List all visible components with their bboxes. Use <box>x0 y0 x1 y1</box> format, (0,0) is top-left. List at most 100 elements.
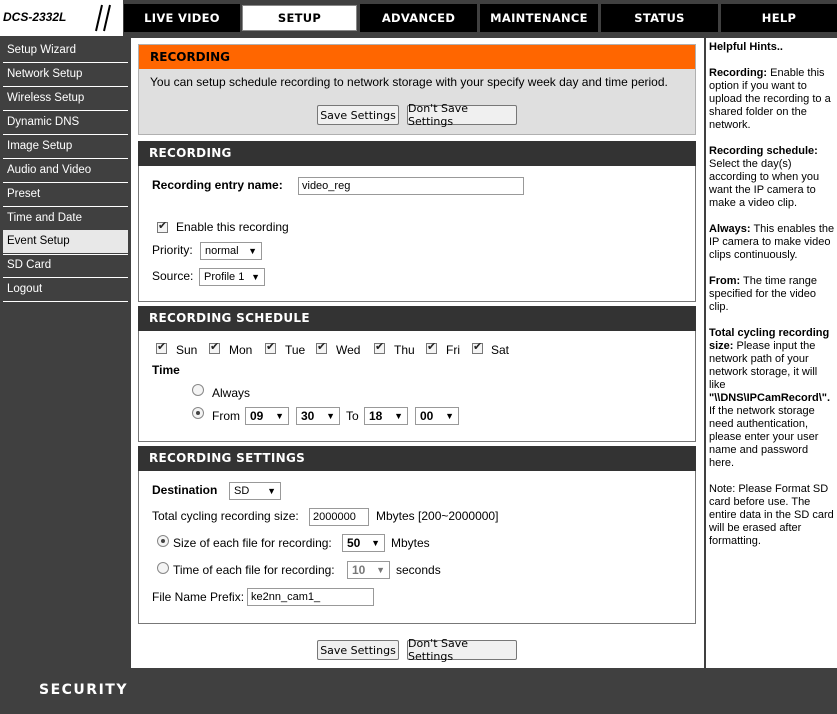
entry-name-input[interactable]: video_reg <box>298 177 524 195</box>
from-radio[interactable] <box>192 407 204 419</box>
from-label: From <box>212 409 240 423</box>
dont-save-settings-button[interactable]: Don't Save Settings <box>407 102 517 128</box>
priority-select[interactable]: normal ▼ <box>200 242 262 260</box>
schedule-panel: RECORDING SCHEDULE Sun Mon Tue Wed Thu F… <box>138 306 696 442</box>
destination-select[interactable]: SD ▼ <box>229 482 281 500</box>
file-size-label: Size of each file for recording: <box>173 536 332 550</box>
hint-always: Always: This enables the IP camera to ma… <box>709 223 835 262</box>
day-fri-checkbox[interactable] <box>426 340 437 354</box>
from-hour-value: 09 <box>250 409 264 423</box>
chevron-down-icon: ▼ <box>251 272 260 282</box>
sidebar-item-time-date[interactable]: Time and Date <box>3 207 128 229</box>
model-name: DCS-2332L <box>3 10 67 24</box>
day-tue-checkbox[interactable] <box>265 340 276 354</box>
file-time-select[interactable]: 10 ▼ <box>347 561 390 579</box>
sidebar-item-image-setup[interactable]: Image Setup <box>3 135 128 157</box>
day-mon-label: Mon <box>229 343 253 357</box>
sidebar-item-preset[interactable]: Preset <box>3 183 128 205</box>
source-select[interactable]: Profile 1 ▼ <box>199 268 265 286</box>
source-value: Profile 1 <box>204 271 245 283</box>
file-time-radio[interactable] <box>157 562 169 574</box>
priority-value: normal <box>205 245 239 257</box>
prefix-label: File Name Prefix: <box>152 590 245 604</box>
footer-security-label: SECURITY <box>39 682 128 698</box>
from-minute-select[interactable]: 30 ▼ <box>296 407 340 425</box>
day-wed-checkbox[interactable] <box>316 340 327 354</box>
chevron-down-icon: ▼ <box>267 486 276 496</box>
bottom-dont-save-settings-button[interactable]: Don't Save Settings <box>407 637 517 663</box>
day-sat-checkbox[interactable] <box>472 340 483 354</box>
enable-recording-checkbox[interactable] <box>157 219 168 233</box>
chevron-down-icon: ▼ <box>275 411 284 421</box>
tab-maintenance[interactable]: MAINTENANCE <box>480 4 598 32</box>
intro-description: You can setup schedule recording to netw… <box>150 75 668 89</box>
save-settings-button[interactable]: Save Settings <box>317 105 399 125</box>
hints-title: Helpful Hints.. <box>709 41 783 53</box>
hint-cycling-text2: If the network storage need authenticati… <box>709 405 819 469</box>
hint-recording-term: Recording: <box>709 67 768 79</box>
hint-schedule-term: Recording schedule: <box>709 145 818 157</box>
sidebar: Setup Wizard Network Setup Wireless Setu… <box>0 38 130 668</box>
chevron-down-icon: ▼ <box>326 411 335 421</box>
file-time-value: 10 <box>352 563 366 577</box>
sidebar-item-dynamic-dns[interactable]: Dynamic DNS <box>3 111 128 133</box>
bottom-save-settings-button[interactable]: Save Settings <box>317 640 399 660</box>
prefix-input[interactable]: ke2nn_cam1_ <box>247 588 374 606</box>
hint-note: Note: Please Format SD card before use. … <box>709 483 834 547</box>
chevron-down-icon: ▼ <box>376 565 385 575</box>
file-time-unit: seconds <box>396 563 441 577</box>
always-label: Always <box>212 386 251 400</box>
chevron-down-icon: ▼ <box>371 538 380 548</box>
from-hour-select[interactable]: 09 ▼ <box>245 407 289 425</box>
day-sun-label: Sun <box>176 343 198 357</box>
hint-from-term: From: <box>709 275 741 287</box>
chevron-down-icon: ▼ <box>445 411 454 421</box>
day-mon-checkbox[interactable] <box>209 340 220 354</box>
sidebar-item-network-setup[interactable]: Network Setup <box>3 63 128 85</box>
logo: DCS-2332L <box>0 0 123 36</box>
destination-label: Destination <box>152 483 218 497</box>
cycling-size-label: Total cycling recording size: <box>152 509 299 523</box>
sidebar-item-setup-wizard[interactable]: Setup Wizard <box>3 39 128 61</box>
sidebar-item-event-setup[interactable]: Event Setup <box>3 230 128 253</box>
priority-label: Priority: <box>152 243 193 257</box>
day-tue-label: Tue <box>285 343 306 357</box>
from-minute-value: 30 <box>301 409 315 423</box>
to-minute-select[interactable]: 00 ▼ <box>415 407 459 425</box>
settings-panel: RECORDING SETTINGS Destination SD ▼ Total… <box>138 446 696 624</box>
day-wed-label: Wed <box>336 343 361 357</box>
top-navigation: DCS-2332L LIVE VIDEO SETUP ADVANCED MAIN… <box>0 0 837 36</box>
logo-slashes-icon <box>95 4 111 32</box>
file-size-radio[interactable] <box>157 535 169 547</box>
intro-title: RECORDING <box>139 45 695 69</box>
recording-panel: RECORDING Recording entry name: video_re… <box>138 141 696 302</box>
to-hour-select[interactable]: 18 ▼ <box>364 407 408 425</box>
schedule-title: RECORDING SCHEDULE <box>138 306 696 331</box>
tab-help[interactable]: HELP <box>721 4 837 32</box>
sidebar-item-sd-card[interactable]: SD Card <box>3 254 128 276</box>
cycling-size-input[interactable]: 2000000 <box>309 508 369 526</box>
sidebar-item-wireless-setup[interactable]: Wireless Setup <box>3 87 128 109</box>
destination-value: SD <box>234 485 250 497</box>
sidebar-item-audio-video[interactable]: Audio and Video <box>3 159 128 181</box>
file-time-label: Time of each file for recording: <box>173 563 335 577</box>
tab-setup[interactable]: SETUP <box>242 5 357 31</box>
day-thu-checkbox[interactable] <box>374 340 385 354</box>
hint-cycling-path: "\\DNS\IPCamRecord\". <box>709 392 831 404</box>
sidebar-item-logout[interactable]: Logout <box>3 278 128 300</box>
enable-recording-label: Enable this recording <box>176 220 289 234</box>
tab-advanced[interactable]: ADVANCED <box>360 4 477 32</box>
day-sat-label: Sat <box>491 343 510 357</box>
settings-title: RECORDING SETTINGS <box>138 446 696 471</box>
intro-panel: RECORDING You can setup schedule recordi… <box>138 44 696 135</box>
always-radio[interactable] <box>192 384 204 396</box>
tab-status[interactable]: STATUS <box>601 4 718 32</box>
tab-live-video[interactable]: LIVE VIDEO <box>124 4 240 32</box>
cycling-size-unit: Mbytes [200~2000000] <box>376 509 499 523</box>
file-size-value: 50 <box>347 536 361 550</box>
helpful-hints: Helpful Hints.. Recording: Enable this o… <box>706 38 837 668</box>
sidebar-divider <box>3 301 128 302</box>
day-sun-checkbox[interactable] <box>156 340 167 354</box>
entry-name-label: Recording entry name: <box>152 178 283 192</box>
file-size-select[interactable]: 50 ▼ <box>342 534 385 552</box>
